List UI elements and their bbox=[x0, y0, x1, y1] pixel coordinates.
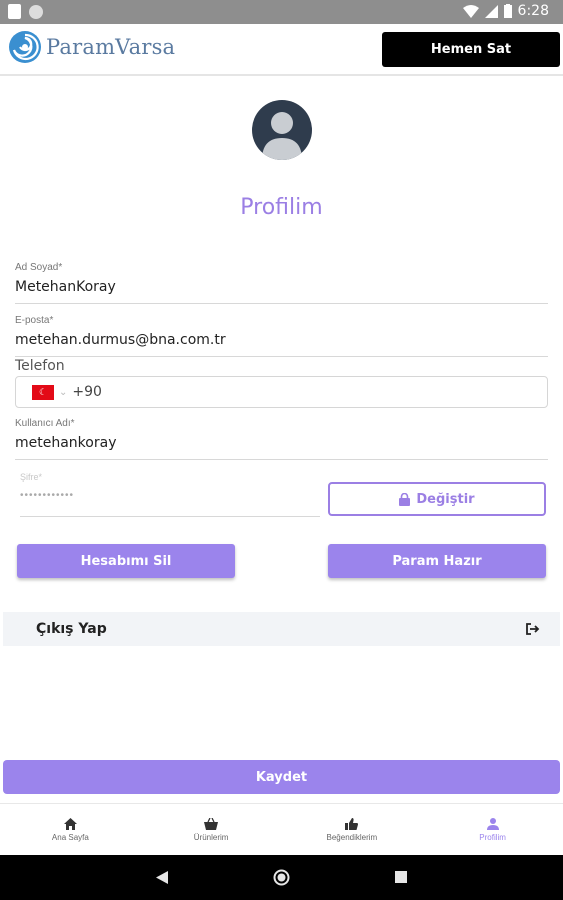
nav-label-home: Ana Sayfa bbox=[51, 832, 89, 842]
full-name-field[interactable]: Ad Soyad* MetehanKoray bbox=[15, 262, 548, 304]
logo-text: ParamVarsa bbox=[46, 35, 176, 59]
turkey-flag-icon[interactable]: ☾ bbox=[32, 384, 54, 400]
username-value: metehankoray bbox=[15, 435, 117, 451]
sd-card-icon bbox=[8, 4, 21, 19]
logo[interactable]: ParamVarsa bbox=[8, 30, 175, 64]
back-icon[interactable] bbox=[156, 871, 168, 884]
avatar[interactable] bbox=[252, 100, 312, 160]
app-header: ParamVarsa Hemen Sat bbox=[0, 24, 563, 76]
home-circle-icon[interactable] bbox=[273, 869, 290, 886]
status-time: 6:28 bbox=[517, 3, 549, 19]
notification-icon bbox=[29, 4, 43, 19]
battery-icon bbox=[503, 4, 512, 18]
nav-item-products[interactable]: Ürünlerim bbox=[141, 804, 282, 855]
logout-label: Çıkış Yap bbox=[36, 621, 107, 637]
nav-label-profile: Profilim bbox=[479, 832, 506, 842]
password-field[interactable]: Şifre* •••••••••••• bbox=[20, 472, 320, 517]
status-bar: 6:28 bbox=[0, 0, 563, 24]
nav-item-favorites[interactable]: Beğendiklerim bbox=[282, 804, 423, 855]
nav-item-home[interactable]: Ana Sayfa bbox=[0, 804, 141, 855]
system-navigation-bar bbox=[0, 855, 563, 900]
thumbs-up-icon bbox=[345, 817, 359, 830]
wifi-icon bbox=[462, 4, 479, 18]
email-label: E-posta* bbox=[15, 315, 54, 326]
signal-icon bbox=[484, 4, 498, 18]
logout-icon[interactable] bbox=[526, 623, 540, 635]
full-name-value: MetehanKoray bbox=[15, 279, 116, 295]
chevron-down-icon[interactable]: ⌄ bbox=[59, 387, 67, 398]
username-label: Kullanıcı Adı* bbox=[15, 418, 75, 429]
bottom-navigation: Ana Sayfa Ürünlerim Beğendiklerim Profil… bbox=[0, 803, 563, 855]
nav-label-favorites: Beğendiklerim bbox=[326, 832, 378, 842]
email-field[interactable]: E-posta* metehan.durmus@bna.com.tr bbox=[15, 315, 548, 357]
param-hazir-button[interactable]: Param Hazır bbox=[328, 544, 546, 578]
basket-icon bbox=[204, 817, 219, 830]
phone-label: Telefon bbox=[15, 358, 65, 374]
home-icon bbox=[63, 817, 77, 830]
nav-item-profile[interactable]: Profilim bbox=[422, 804, 563, 855]
phone-input[interactable]: ☾ ⌄ +90 bbox=[15, 376, 548, 408]
recents-icon[interactable] bbox=[395, 871, 407, 883]
page-title: Profilim bbox=[240, 195, 323, 220]
password-label: Şifre* bbox=[20, 472, 43, 482]
lock-icon bbox=[399, 492, 411, 506]
save-button[interactable]: Kaydet bbox=[3, 760, 560, 794]
app-screen: 6:28 ParamVarsa Hemen Sat Profilim Ad So… bbox=[0, 0, 563, 900]
full-name-label: Ad Soyad* bbox=[15, 262, 63, 273]
change-password-button[interactable]: Değiştir bbox=[328, 482, 546, 516]
email-value: metehan.durmus@bna.com.tr bbox=[15, 332, 226, 348]
phone-country-code: +90 bbox=[72, 384, 102, 400]
password-value: •••••••••••• bbox=[20, 490, 75, 501]
change-password-label: Değiştir bbox=[416, 491, 475, 507]
user-silhouette-icon bbox=[262, 112, 302, 160]
username-field[interactable]: Kullanıcı Adı* metehankoray bbox=[15, 418, 548, 460]
logout-row[interactable]: Çıkış Yap bbox=[3, 612, 560, 646]
delete-account-button[interactable]: Hesabımı Sil bbox=[17, 544, 235, 578]
person-icon bbox=[486, 817, 499, 830]
logo-swirl-icon bbox=[9, 31, 41, 63]
sell-now-button[interactable]: Hemen Sat bbox=[382, 32, 560, 67]
nav-label-products: Ürünlerim bbox=[193, 832, 229, 842]
